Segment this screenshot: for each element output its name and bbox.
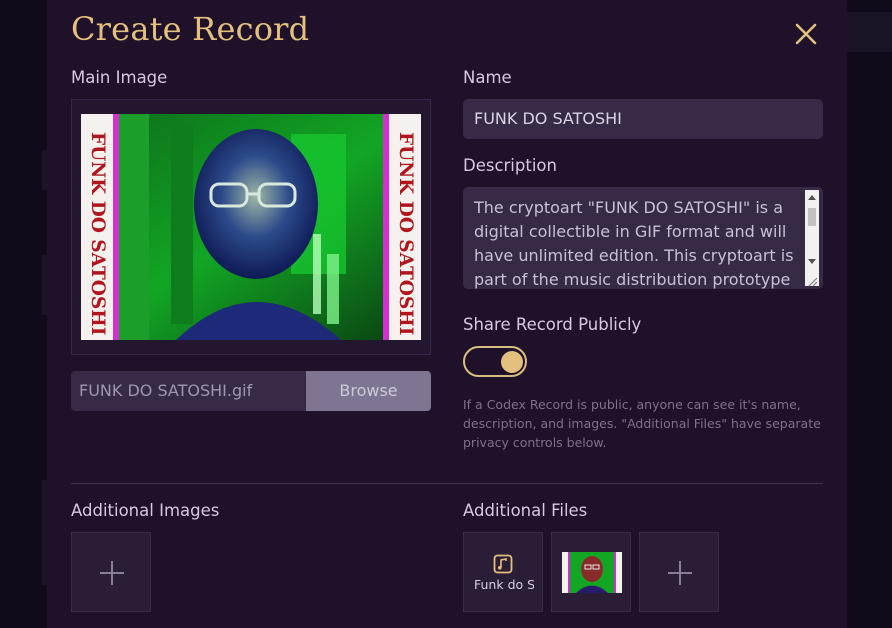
add-file-button[interactable] xyxy=(639,532,719,612)
additional-file-tile[interactable] xyxy=(551,532,631,612)
description-label: Description xyxy=(463,156,557,175)
share-hint-text: If a Codex Record is public, anyone can … xyxy=(463,397,821,450)
page-backdrop-right xyxy=(847,0,892,628)
share-record-label: Share Record Publicly xyxy=(463,315,642,334)
artwork-side-text-left: FUNK DO SATOSHI xyxy=(87,132,108,335)
add-image-button[interactable] xyxy=(71,532,151,612)
additional-file-name: Funk do S xyxy=(474,577,534,592)
main-image-preview[interactable]: FUNK DO SATOSHI FUNK DO SATOSHI xyxy=(71,99,431,355)
toggle-knob xyxy=(501,351,523,373)
page-backdrop-left xyxy=(0,0,47,628)
main-image-label: Main Image xyxy=(71,68,168,87)
section-divider xyxy=(71,483,823,484)
textarea-resize-handle[interactable] xyxy=(805,273,819,287)
scroll-thumb[interactable] xyxy=(808,208,816,226)
scroll-down-arrow-icon[interactable] xyxy=(808,259,816,264)
description-text: The cryptoart "FUNK DO SATOSHI" is a dig… xyxy=(474,198,794,289)
resize-grip-icon xyxy=(808,277,818,287)
additional-file-tile[interactable]: Funk do S xyxy=(463,532,543,612)
browse-button[interactable]: Browse xyxy=(306,371,431,411)
main-image-artwork: FUNK DO SATOSHI FUNK DO SATOSHI xyxy=(81,114,421,340)
scroll-up-arrow-icon[interactable] xyxy=(808,195,816,200)
music-file-icon xyxy=(493,554,513,574)
close-button[interactable] xyxy=(792,20,820,48)
image-thumbnail xyxy=(562,552,622,593)
name-label: Name xyxy=(463,68,512,87)
create-record-modal: Create Record Main Image FUNK DO SATOSHI… xyxy=(47,0,847,628)
name-input[interactable]: FUNK DO SATOSHI xyxy=(463,99,823,139)
close-icon xyxy=(795,23,817,45)
share-publicly-toggle[interactable] xyxy=(463,346,527,377)
main-image-file-picker: FUNK DO SATOSHI.gif Browse xyxy=(71,371,431,411)
modal-title: Create Record xyxy=(71,10,310,48)
description-textarea[interactable]: The cryptoart "FUNK DO SATOSHI" is a dig… xyxy=(463,187,823,289)
artwork-side-text-right: FUNK DO SATOSHI xyxy=(395,132,416,335)
main-image-filename[interactable]: FUNK DO SATOSHI.gif xyxy=(71,371,306,411)
additional-images-label: Additional Images xyxy=(71,501,220,520)
backdrop-band xyxy=(847,12,892,52)
additional-files-label: Additional Files xyxy=(463,501,588,520)
description-scrollbar[interactable] xyxy=(805,190,819,286)
